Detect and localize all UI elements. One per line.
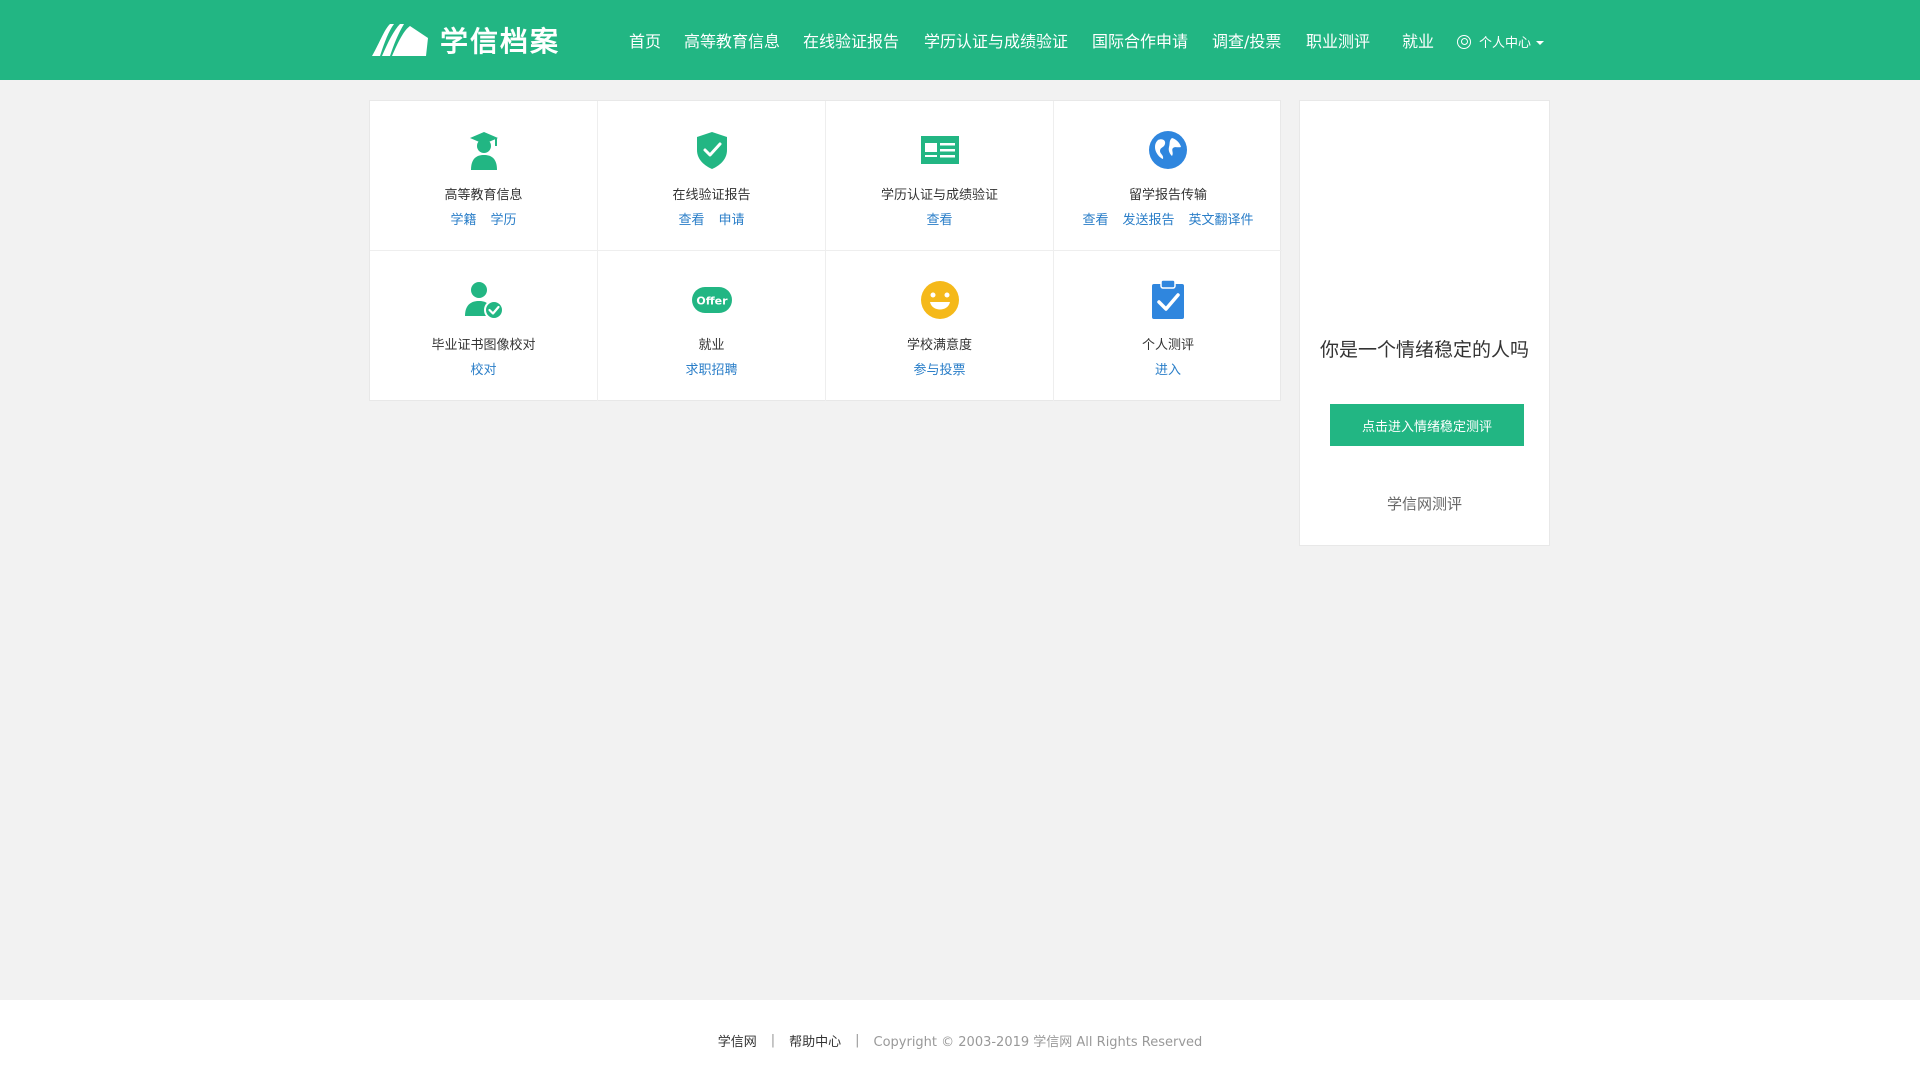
link-view-report[interactable]: 查看 [678,209,704,228]
link-send-report[interactable]: 发送报告 [1122,209,1174,228]
user-check-icon [464,282,504,320]
clipboard-check-icon [1152,279,1184,319]
nav-online-report[interactable]: 在线验证报告 [803,28,899,52]
nav-survey-vote[interactable]: 调查/投票 [1212,28,1281,52]
link-english-translation[interactable]: 英文翻译件 [1189,209,1254,228]
logo-text: 学信档案 [440,25,561,58]
service-title: 学校满意度 [906,338,972,353]
nav-international[interactable]: 国际合作申请 [1092,28,1188,52]
smile-icon [920,281,959,319]
user-menu[interactable]: 个人中心 [1457,32,1545,51]
graduate-icon [469,132,498,170]
link-apply-report[interactable]: 申请 [719,209,745,228]
service-employment: Offer 就业 求职招聘 [598,251,826,401]
link-student-status[interactable]: 学籍 [450,209,476,228]
logo-icon [372,24,428,56]
top-navbar: 学信档案 首页 高等教育信息 在线验证报告 学历认证与成绩验证 国际合作申请 调… [0,0,1920,80]
footer-separator: | [855,1032,860,1048]
service-title: 学历认证与成绩验证 [880,188,998,203]
footer-link-help[interactable]: 帮助中心 [789,1031,841,1050]
nav-career-assessment[interactable]: 职业测评 [1306,28,1370,52]
logo[interactable]: 学信档案 [370,20,560,60]
service-certificate-check: 毕业证书图像校对 校对 [370,251,598,401]
link-participate-vote[interactable]: 参与投票 [913,359,965,378]
offer-icon: Offer [691,287,732,313]
footer-copyright: Copyright © 2003-2019 学信网 All Rights Res… [873,1034,1203,1050]
promo-headline: 你是一个情绪稳定的人吗 [1320,339,1530,361]
service-title: 个人测评 [1141,338,1194,353]
link-view-verification[interactable]: 查看 [926,209,952,228]
offer-icon-text: Offer [696,295,728,308]
link-degree[interactable]: 学历 [491,209,517,228]
footer-link-chsi[interactable]: 学信网 [718,1031,757,1050]
user-circle-icon [1457,34,1471,49]
service-online-report: 在线验证报告 查看 申请 [598,101,826,251]
nav-higher-education[interactable]: 高等教育信息 [684,28,780,52]
link-job-recruitment[interactable]: 求职招聘 [685,359,737,378]
shield-check-icon [696,132,727,169]
nav-degree-verification[interactable]: 学历认证与成绩验证 [924,28,1068,52]
service-higher-education: 高等教育信息 学籍 学历 [370,101,598,251]
service-school-satisfaction: 学校满意度 参与投票 [826,251,1054,401]
service-title: 高等教育信息 [444,188,523,203]
link-view-abroad[interactable]: 查看 [1082,209,1108,228]
assessment-promo-panel: 你是一个情绪稳定的人吗 点击进入情绪稳定测评 学信网测评 [1299,100,1550,546]
service-personal-assessment: 个人测评 进入 [1054,251,1282,401]
promo-brand: 学信网测评 [1386,495,1462,513]
enter-assessment-button[interactable]: 点击进入情绪稳定测评 [1330,404,1524,446]
service-title: 毕业证书图像校对 [431,338,536,353]
service-study-abroad-report: 留学报告传输 查看 发送报告 英文翻译件 [1054,101,1282,251]
service-title: 在线验证报告 [672,188,751,203]
link-proofread[interactable]: 校对 [470,359,496,378]
nav-home[interactable]: 首页 [629,28,661,52]
globe-icon [1149,131,1187,169]
service-degree-verification: 学历认证与成绩验证 查看 [826,101,1054,251]
service-grid: 高等教育信息 学籍 学历 在线验证报告 查看 申请 学历认证与成绩验证 查看 留… [369,100,1282,401]
link-enter-assessment[interactable]: 进入 [1155,359,1181,378]
caret-down-icon [1536,40,1545,45]
service-title: 就业 [698,338,725,353]
footer-separator: | [770,1032,776,1048]
id-card-icon [920,136,959,164]
nav-employment[interactable]: 就业 [1402,28,1434,52]
user-menu-label: 个人中心 [1479,36,1532,51]
service-title: 留学报告传输 [1128,188,1207,203]
footer: 学信网 | 帮助中心 | Copyright © 2003-2019 学信网 A… [0,1000,1920,1080]
